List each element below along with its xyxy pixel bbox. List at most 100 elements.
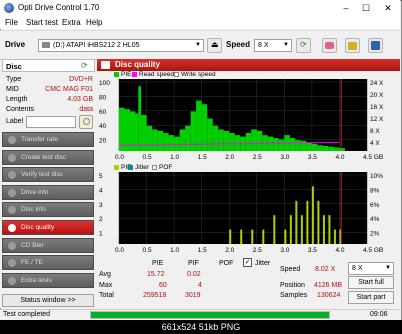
x-tick-label: 4.5 GB <box>363 154 383 161</box>
disc-quality-header: Disc quality <box>97 59 400 71</box>
disc-quality-icon <box>101 61 110 69</box>
stats-avg-pie: 15.72 <box>147 271 165 278</box>
legend-pif-swatch <box>114 164 119 170</box>
nav-cd-bler[interactable]: CD Bler <box>2 237 94 253</box>
test-speed-value: 8 X <box>352 265 363 272</box>
y-tick-label: 4 <box>99 187 103 194</box>
stats-header-pof: POF <box>219 260 234 267</box>
pie-bar <box>141 115 147 151</box>
legend-write-speed: Write speed <box>181 71 216 78</box>
nav-drive-info[interactable]: Drive info <box>2 184 94 200</box>
drive-select[interactable]: (D:) ATAPI iHBS212 2 HL05 ▼ <box>38 39 204 52</box>
window-title: Opti Drive Control 1.70 <box>18 3 100 12</box>
y-right-tick-label: 12 X <box>370 116 384 123</box>
y-right-tick-label: 4 X <box>370 140 380 147</box>
drive-toolbar: Drive (D:) ATAPI iHBS212 2 HL05 ▼ ⏏ Spee… <box>0 30 400 60</box>
pie-bar <box>317 145 323 151</box>
pif-bar <box>317 200 320 244</box>
x-tick-label: 2.0 <box>225 247 234 254</box>
start-full-button[interactable]: Start full <box>348 276 394 289</box>
jitter-checkbox[interactable]: ✓ <box>243 258 252 267</box>
pif-bar <box>262 229 265 244</box>
pie-bar <box>218 129 224 151</box>
y-right-tick-label: 20 X <box>370 92 384 99</box>
nav-label: Create test disc <box>21 153 67 161</box>
drive-icon <box>42 42 50 49</box>
minimize-button[interactable]: – <box>338 2 354 14</box>
disc-info-icon <box>8 206 16 215</box>
legend-pie: PIE <box>121 71 132 78</box>
disc-quality-icon <box>8 224 16 232</box>
copy-icon <box>348 42 357 50</box>
copy-button[interactable] <box>345 38 360 53</box>
nav-transfer-rate[interactable]: Transfer rate <box>2 132 94 147</box>
create-test-disc-icon <box>8 153 16 162</box>
y-tick-label: 2 <box>99 216 103 223</box>
y-right-tick-label: 4% <box>370 216 380 223</box>
nav-disc-info[interactable]: Disc info <box>2 202 94 218</box>
nav-label: Extra tests <box>21 276 52 284</box>
drive-select-value: (D:) ATAPI iHBS212 2 HL05 <box>53 42 140 49</box>
top-chart-legend: PIE Read speed Write speed <box>114 71 314 79</box>
status-window-button[interactable]: Status window >> <box>2 294 94 307</box>
menu-file[interactable]: File <box>5 18 18 27</box>
nav-verify-test-disc[interactable]: Verify test disc <box>2 167 94 183</box>
y-tick-label: 20 <box>99 138 107 145</box>
pie-bar <box>245 133 252 151</box>
title-bar: Opti Drive Control 1.70 – ☐ ✕ <box>0 0 400 16</box>
menu-bar: File Start test Extra Help <box>0 16 400 29</box>
eject-button[interactable]: ⏏ <box>207 38 222 53</box>
prop-contents-value: data <box>79 106 93 113</box>
pie-bar <box>179 129 186 151</box>
x-tick-label: 2.5 <box>253 247 262 254</box>
pie-bar <box>146 125 153 151</box>
maximize-button[interactable]: ☐ <box>358 2 374 14</box>
eject-icon: ⏏ <box>211 40 219 49</box>
drive-info-icon <box>8 188 16 197</box>
disc-refresh-icon[interactable]: ⟳ <box>81 61 92 71</box>
x-tick-label: 1.5 <box>198 247 207 254</box>
y-tick-label: 40 <box>99 123 107 130</box>
test-speed-select[interactable]: 8 X ▼ <box>348 262 394 275</box>
start-part-button[interactable]: Start part <box>348 291 394 304</box>
pie-bar <box>328 146 334 151</box>
pie-bar <box>138 86 142 151</box>
label-input[interactable] <box>26 116 76 128</box>
nav-create-test-disc[interactable]: Create test disc <box>2 149 94 165</box>
legend-pie-swatch <box>114 71 119 77</box>
pif-bar <box>295 200 298 244</box>
app-logo-icon <box>4 3 14 13</box>
speed-select[interactable]: 8 X ▼ <box>254 39 292 52</box>
pif-bar <box>289 215 292 244</box>
nav-fe-te[interactable]: FE / TE <box>2 255 94 271</box>
close-button[interactable]: ✕ <box>380 2 396 14</box>
label-apply-button[interactable] <box>79 115 93 129</box>
pie-bar <box>322 145 329 151</box>
menu-extra[interactable]: Extra <box>62 18 81 27</box>
position-label: Position <box>280 282 305 289</box>
stats-max-label: Max <box>99 282 113 289</box>
nav-extra-tests[interactable]: Extra tests <box>2 272 94 288</box>
save-button[interactable] <box>368 38 383 53</box>
pie-bar <box>306 142 312 151</box>
transfer-rate-icon <box>8 136 16 144</box>
menu-start-test[interactable]: Start test <box>26 18 58 27</box>
progress-bar <box>90 311 330 319</box>
y-right-tick-label: 2% <box>370 231 380 238</box>
x-tick-label: 3.0 <box>280 154 289 161</box>
nav-disc-quality[interactable]: Disc quality <box>2 220 94 235</box>
pie-bar <box>168 135 175 151</box>
menu-help[interactable]: Help <box>86 18 102 27</box>
x-tick-label: 0.5 <box>143 154 152 161</box>
pie-bar <box>234 135 241 151</box>
pie-bar <box>278 139 285 151</box>
erase-button[interactable] <box>322 38 337 53</box>
refresh-icon: ⟳ <box>300 40 307 49</box>
stats-avg-label: Avg <box>99 271 111 278</box>
prop-mid-key: MID <box>6 86 19 93</box>
y-tick-label: 60 <box>99 109 107 116</box>
pie-bar <box>212 125 219 151</box>
x-tick-label: 2.5 <box>253 154 262 161</box>
refresh-button[interactable]: ⟳ <box>296 38 311 53</box>
legend-read-swatch <box>132 71 137 77</box>
